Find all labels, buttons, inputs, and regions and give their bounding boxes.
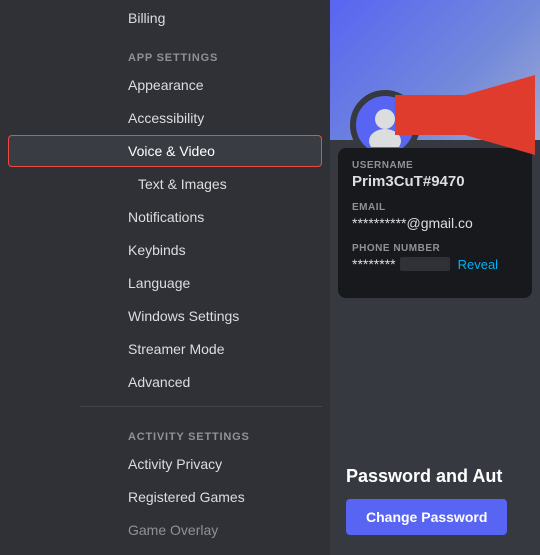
sidebar-item-streamer-mode[interactable]: Streamer Mode [8,333,322,365]
password-title: Password and Aut [346,466,524,487]
sidebar-item-game-overlay[interactable]: Game Overlay [8,514,322,546]
sidebar-item-accessibility[interactable]: Accessibility [8,102,322,134]
phone-label: PHONE NUMBER [352,243,518,254]
app-settings-header: APP SETTINGS [8,36,330,68]
red-arrow [330,35,535,195]
sidebar-item-activity-privacy[interactable]: Activity Privacy [8,448,322,480]
sidebar-item-advanced[interactable]: Advanced [8,366,322,398]
phone-hidden-box [400,257,450,271]
sidebar-item-billing[interactable]: Billing [8,2,322,34]
sidebar-item-windows-settings[interactable]: Windows Settings [8,300,322,332]
sidebar-item-text-images[interactable]: Text & Images [8,168,322,200]
sidebar-item-appearance[interactable]: Appearance [8,69,322,101]
change-password-button[interactable]: Change Password [346,499,507,535]
sidebar-item-language[interactable]: Language [8,267,322,299]
phone-field: PHONE NUMBER ******** Reveal [352,243,518,272]
main-content: USERNAME Prim3CuT#9470 EMAIL **********@… [330,0,540,555]
sidebar-item-voice-video[interactable]: Voice & Video [8,135,322,167]
activity-settings-header: ACTIVITY SETTINGS [8,415,330,447]
sidebar-item-notifications[interactable]: Notifications [8,201,322,233]
divider [80,406,322,407]
email-value: **********@gmail.co [352,215,518,231]
reveal-button[interactable]: Reveal [458,257,498,272]
phone-value: ******** [352,256,396,272]
password-section: Password and Aut Change Password [330,450,540,555]
phone-row: ******** Reveal [352,256,518,272]
email-field: EMAIL **********@gmail.co [352,202,518,231]
sidebar-item-registered-games[interactable]: Registered Games [8,481,322,513]
sidebar-item-keybinds[interactable]: Keybinds [8,234,322,266]
sidebar: Billing APP SETTINGS Appearance Accessib… [0,0,330,555]
email-label: EMAIL [352,202,518,213]
